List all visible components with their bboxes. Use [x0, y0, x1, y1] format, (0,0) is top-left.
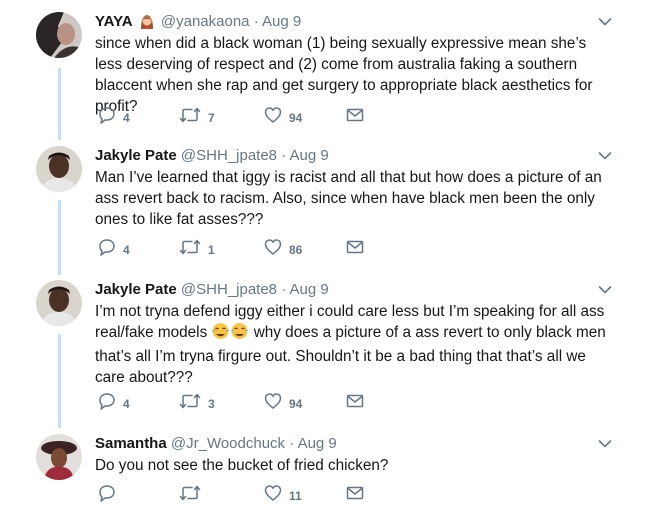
- tweet[interactable]: Samantha @Jr_Woodchuck · Aug 9 Do you no…: [0, 434, 650, 509]
- like-count: 94: [289, 396, 303, 411]
- separator-dot: ·: [281, 147, 287, 164]
- retweet-count: 7: [208, 110, 215, 125]
- reply-button[interactable]: 4: [98, 238, 130, 261]
- tweet-header: YAYA @yanakaona · Aug 9: [95, 12, 301, 34]
- heart-icon: [264, 392, 282, 415]
- tweet-text: Man I’ve learned that iggy is racist and…: [95, 169, 602, 228]
- direct-message-button[interactable]: [346, 238, 364, 261]
- tweet-date[interactable]: Aug 9: [262, 13, 301, 30]
- envelope-icon: [346, 484, 364, 507]
- like-count: 86: [289, 242, 303, 257]
- like-button[interactable]: 94: [264, 392, 302, 415]
- reply-button[interactable]: [98, 484, 123, 507]
- retweet-icon: [179, 392, 201, 415]
- direct-message-button[interactable]: [346, 392, 364, 415]
- retweet-button[interactable]: 1: [179, 238, 215, 261]
- chevron-down-icon[interactable]: [598, 282, 612, 300]
- tweet[interactable]: YAYA @yanakaona · Aug 9 since when did a…: [0, 12, 650, 132]
- reply-icon: [98, 484, 116, 507]
- envelope-icon: [346, 392, 364, 415]
- envelope-icon: [346, 106, 364, 129]
- separator-dot: ·: [281, 281, 287, 298]
- retweet-icon: [179, 238, 201, 261]
- tweet-date[interactable]: Aug 9: [298, 435, 337, 452]
- like-button[interactable]: 11: [264, 484, 302, 507]
- tweet[interactable]: Jakyle Pate @SHH_jpate8 · Aug 9 Man I’ve…: [0, 146, 650, 266]
- avatar[interactable]: [36, 146, 82, 192]
- display-name[interactable]: Samantha: [95, 435, 167, 452]
- like-count: 94: [289, 110, 303, 125]
- retweet-icon: [179, 484, 201, 507]
- like-count: 11: [289, 488, 302, 503]
- tweet-date[interactable]: Aug 9: [290, 281, 329, 298]
- avatar[interactable]: [36, 12, 82, 58]
- face-with-tears-of-joy-icon: [230, 322, 249, 346]
- display-name[interactable]: YAYA: [95, 13, 133, 30]
- tweet-text: I’m not tryna defend iggy either i could…: [95, 301, 615, 388]
- like-button[interactable]: 94: [264, 106, 302, 129]
- direct-message-button[interactable]: [346, 106, 364, 129]
- avatar[interactable]: [36, 434, 82, 480]
- retweet-button[interactable]: [179, 484, 208, 507]
- user-handle[interactable]: @SHH_jpate8: [181, 281, 277, 298]
- tweet-header: Jakyle Pate @SHH_jpate8 · Aug 9: [95, 146, 329, 165]
- separator-dot: ·: [253, 13, 259, 30]
- heart-icon: [264, 238, 282, 261]
- reply-count: 4: [123, 242, 130, 257]
- heart-icon: [264, 106, 282, 129]
- heart-icon: [264, 484, 282, 507]
- tweet-header: Jakyle Pate @SHH_jpate8 · Aug 9: [95, 280, 329, 299]
- envelope-icon: [346, 238, 364, 261]
- reply-icon: [98, 392, 116, 415]
- tweet[interactable]: Jakyle Pate @SHH_jpate8 · Aug 9 I’m not …: [0, 280, 650, 420]
- tweet-date[interactable]: Aug 9: [290, 147, 329, 164]
- retweet-count: 3: [208, 396, 215, 411]
- tweet-header: Samantha @Jr_Woodchuck · Aug 9: [95, 434, 337, 453]
- user-handle[interactable]: @SHH_jpate8: [181, 147, 277, 164]
- face-with-tears-of-joy-icon: [211, 322, 230, 346]
- reply-count: 4: [123, 396, 130, 411]
- retweet-count: 1: [208, 242, 215, 257]
- display-name[interactable]: Jakyle Pate: [95, 147, 177, 164]
- separator-dot: ·: [289, 435, 295, 452]
- retweet-icon: [179, 106, 201, 129]
- chevron-down-icon[interactable]: [598, 14, 612, 32]
- avatar[interactable]: [36, 280, 82, 326]
- woman-emoji-icon: [139, 13, 155, 34]
- like-button[interactable]: 86: [264, 238, 302, 261]
- reply-icon: [98, 106, 116, 129]
- user-handle[interactable]: @Jr_Woodchuck: [171, 435, 285, 452]
- tweet-text: since when did a black woman (1) being s…: [95, 35, 593, 115]
- retweet-button[interactable]: 7: [179, 106, 215, 129]
- chevron-down-icon[interactable]: [598, 436, 612, 454]
- chevron-down-icon[interactable]: [598, 148, 612, 166]
- tweet-text: Do you not see the bucket of fried chick…: [95, 457, 389, 474]
- direct-message-button[interactable]: [346, 484, 364, 507]
- user-handle[interactable]: @yanakaona: [161, 13, 250, 30]
- display-name[interactable]: Jakyle Pate: [95, 281, 177, 298]
- retweet-button[interactable]: 3: [179, 392, 215, 415]
- reply-count: 4: [123, 110, 130, 125]
- reply-icon: [98, 238, 116, 261]
- reply-button[interactable]: 4: [98, 106, 130, 129]
- reply-button[interactable]: 4: [98, 392, 130, 415]
